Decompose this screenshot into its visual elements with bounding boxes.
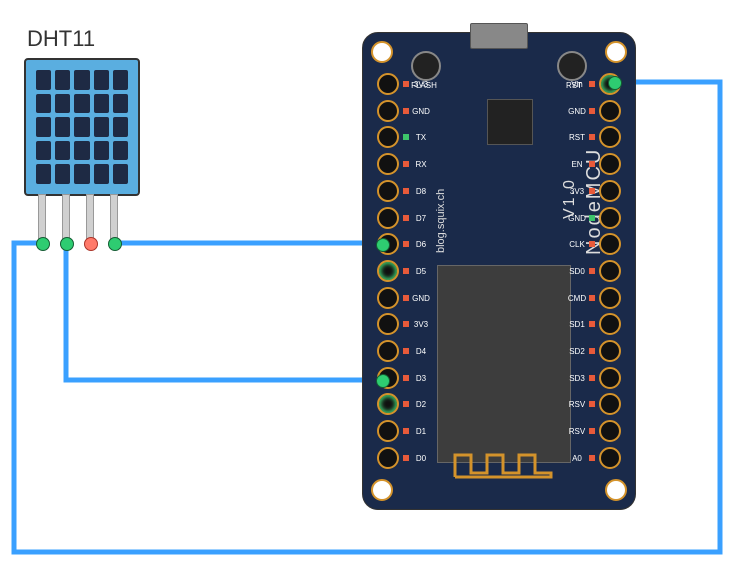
pin-d0: D0 [377, 447, 399, 469]
pin-d5: D5 [377, 260, 399, 282]
pin-en: EN [599, 153, 621, 175]
antenna-icon [453, 449, 553, 479]
flash-button[interactable] [411, 51, 441, 81]
board-blog-label: blog.squix.ch [435, 189, 447, 253]
solder-dot [60, 237, 74, 251]
solder-dot-nc [84, 237, 98, 251]
pin-cmd: CMD [599, 287, 621, 309]
usb-chip [487, 99, 533, 145]
pin-sd1: SD1 [599, 313, 621, 335]
pin-gnd: GND [599, 100, 621, 122]
pin-rx: RX [377, 153, 399, 175]
pin-3v3: 3V3 [377, 73, 399, 95]
pin-rsv: RSV [599, 393, 621, 415]
pin-column-right: Vin GND RST EN 3V3 GND CLK SD0 CMD SD1 S… [599, 73, 621, 469]
pin-sd3: SD3 [599, 367, 621, 389]
solder-dot [108, 237, 122, 251]
dht11-grill [36, 70, 128, 184]
usb-connector [470, 23, 528, 49]
pin-sd2: SD2 [599, 340, 621, 362]
pin-gnd: GND [377, 287, 399, 309]
pin-3v3: 3V3 [599, 180, 621, 202]
pin-clk: CLK [599, 233, 621, 255]
solder-dot [608, 76, 622, 90]
solder-dot [376, 374, 390, 388]
pin-column-left: 3V3 GND TX RX D8 D7 D6 D5 GND 3V3 D4 D3 … [377, 73, 399, 469]
solder-dot [36, 237, 50, 251]
nodemcu-board: FLASH RST blog.squix.ch NodeMCU V1.0 3V3… [362, 32, 636, 510]
rst-button[interactable] [557, 51, 587, 81]
solder-dot [376, 238, 390, 252]
pin-a0: A0 [599, 447, 621, 469]
pin-sd0: SD0 [599, 260, 621, 282]
esp8266-chip [437, 265, 571, 463]
mount-hole [605, 479, 627, 501]
pin-gnd: GND [377, 100, 399, 122]
mount-hole [605, 41, 627, 63]
pin-d7: D7 [377, 207, 399, 229]
pin-d8: D8 [377, 180, 399, 202]
pin-rst: RST [599, 126, 621, 148]
pin-d2: D2 [377, 393, 399, 415]
dht11-label: DHT11 [27, 26, 95, 52]
pin-3v3: 3V3 [377, 313, 399, 335]
wiring-diagram: { "sensor": { "label": "DHT11", "pins": … [0, 0, 750, 573]
mount-hole [371, 479, 393, 501]
pin-d1: D1 [377, 420, 399, 442]
dht11-sensor [24, 58, 140, 196]
pin-rsv: RSV [599, 420, 621, 442]
pin-gnd: GND [599, 207, 621, 229]
pin-tx: TX [377, 126, 399, 148]
mount-hole [371, 41, 393, 63]
pin-d4: D4 [377, 340, 399, 362]
